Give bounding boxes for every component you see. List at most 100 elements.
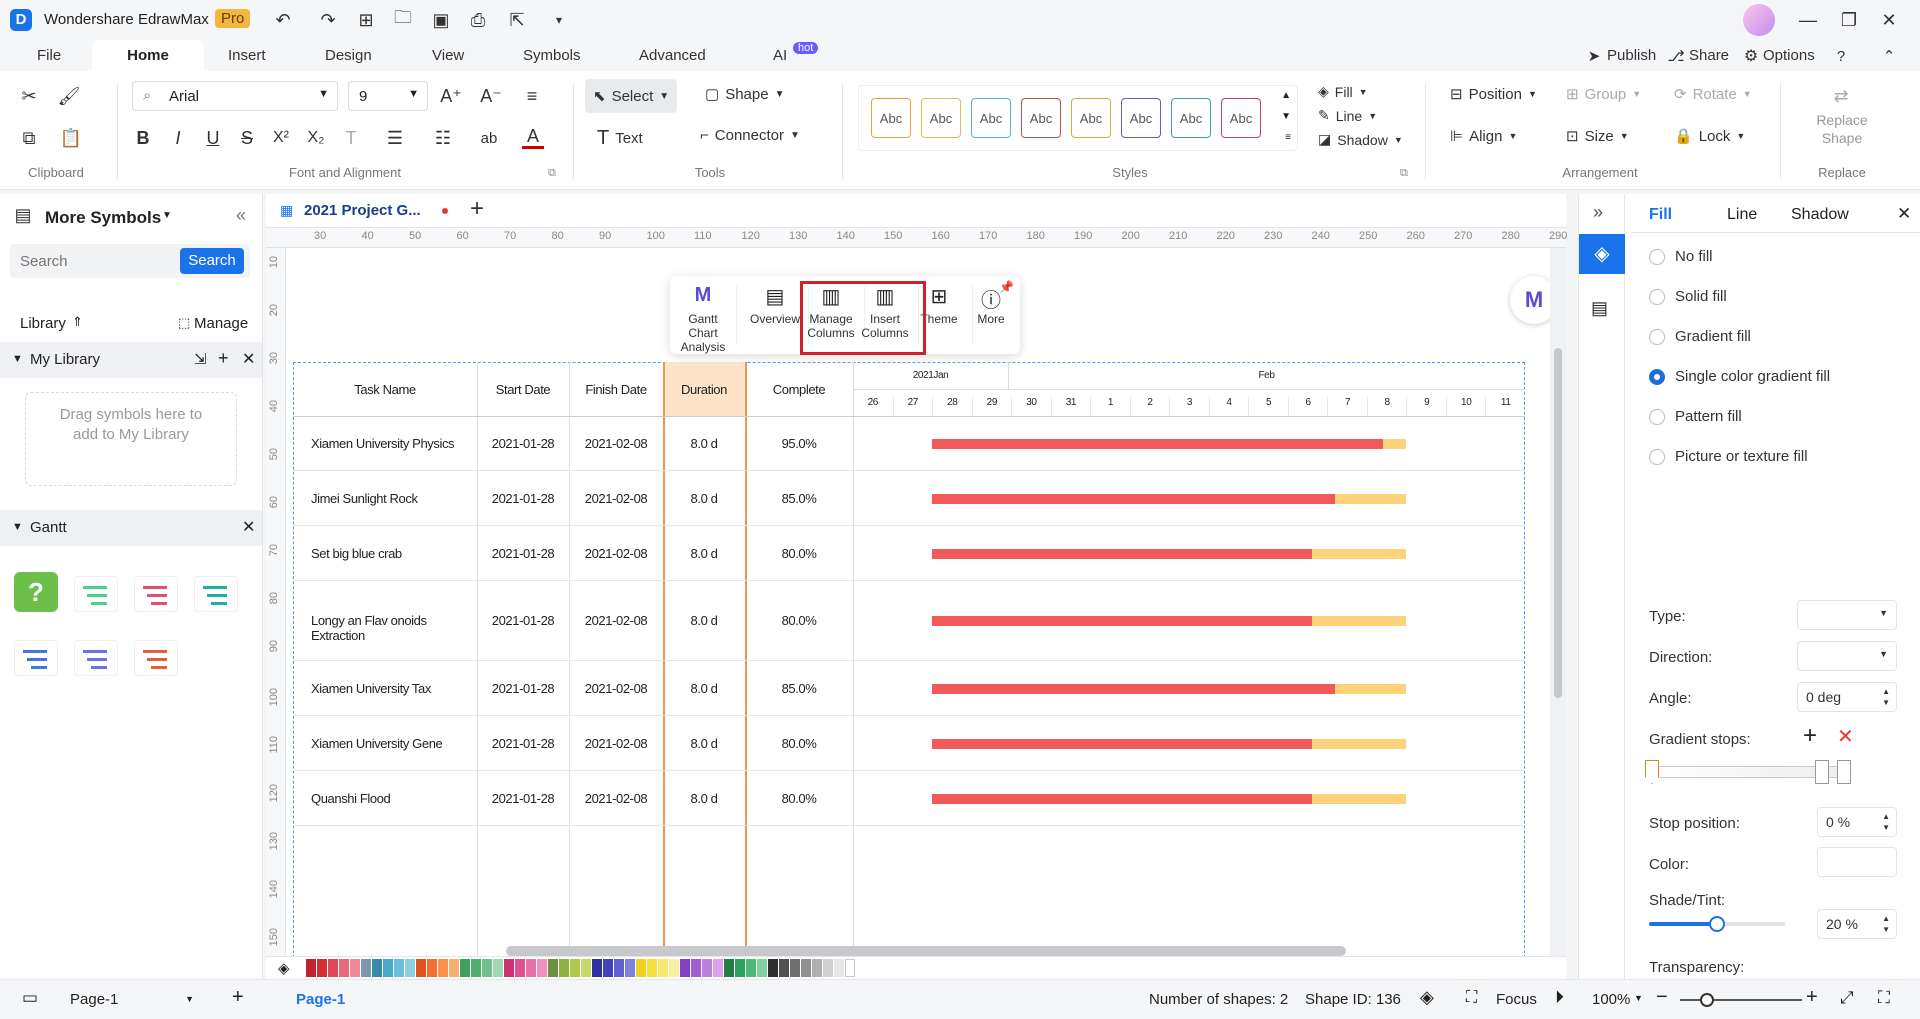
color-swatch[interactable] bbox=[669, 959, 679, 977]
color-swatch[interactable] bbox=[570, 959, 580, 977]
color-swatch[interactable] bbox=[482, 959, 492, 977]
color-swatch[interactable] bbox=[361, 959, 371, 977]
zoom-out-icon[interactable]: − bbox=[1656, 986, 1668, 1009]
highlight-icon[interactable]: ab bbox=[478, 127, 500, 149]
print-icon[interactable]: ⎙ bbox=[467, 9, 489, 31]
tab-line[interactable]: Line bbox=[1727, 206, 1757, 224]
minimize-icon[interactable]: — bbox=[1797, 9, 1819, 31]
color-swatch[interactable] bbox=[394, 959, 404, 977]
my-library-header[interactable]: ▼ My Library ⇲ + ✕ bbox=[0, 342, 262, 378]
shadow-button[interactable]: ◪ Shadow ▼ bbox=[1318, 131, 1403, 148]
gradient-bar[interactable] bbox=[1651, 766, 1841, 778]
gantt-symbol[interactable] bbox=[134, 640, 178, 676]
page-panel-icon[interactable]: ▭ bbox=[22, 988, 38, 1008]
table-row[interactable]: Jimei Sunlight Rock 2021-01-28 2021-02-08 8… bbox=[293, 471, 1525, 526]
underline-icon[interactable]: U bbox=[202, 127, 224, 149]
gradient-stop-handle[interactable] bbox=[1837, 760, 1851, 784]
task-progress-bar[interactable] bbox=[932, 616, 1312, 626]
position-button[interactable]: ⊟ Position ▼ bbox=[1450, 85, 1537, 104]
color-swatch[interactable] bbox=[592, 959, 602, 977]
stop-position-input[interactable]: 0 % ▲ ▼ bbox=[1817, 807, 1897, 837]
gantt-symbol[interactable] bbox=[74, 576, 118, 612]
color-swatch[interactable] bbox=[834, 959, 844, 977]
publish-button[interactable]: Publish bbox=[1607, 47, 1656, 64]
gantt-library-header[interactable]: ▼ Gantt ✕ bbox=[0, 510, 262, 546]
connector-tool-button[interactable]: ⌐ Connector ▼ bbox=[700, 127, 800, 144]
library-label[interactable]: Library bbox=[20, 315, 66, 332]
stepper-icon[interactable]: ▲ ▼ bbox=[1882, 686, 1890, 708]
bullets-icon[interactable]: ☷ bbox=[432, 127, 454, 149]
manage-button[interactable]: Manage bbox=[194, 315, 248, 332]
color-swatch[interactable] bbox=[438, 959, 448, 977]
font-family-select[interactable]: ⌕ Arial ▼ bbox=[132, 81, 338, 111]
radio-button[interactable] bbox=[1649, 329, 1665, 345]
color-swatch[interactable] bbox=[504, 959, 514, 977]
scroll-thumb[interactable] bbox=[1554, 348, 1562, 698]
dialog-launcher-icon[interactable]: ⧉ bbox=[548, 167, 556, 180]
fill-option[interactable]: Gradient fill bbox=[1649, 328, 1751, 348]
task-progress-bar[interactable] bbox=[932, 738, 1312, 749]
color-swatch[interactable] bbox=[724, 959, 734, 977]
color-swatch[interactable] bbox=[317, 959, 327, 977]
color-swatch[interactable] bbox=[515, 959, 525, 977]
direction-select[interactable]: ▼ bbox=[1797, 641, 1897, 671]
color-swatch[interactable] bbox=[449, 959, 459, 977]
fill-option[interactable]: Solid fill bbox=[1649, 288, 1727, 308]
table-row[interactable]: Xiamen University Tax 2021-01-28 2021-02-0… bbox=[293, 661, 1525, 716]
color-swatch[interactable] bbox=[559, 959, 569, 977]
gradient-stop-handle[interactable] bbox=[1645, 760, 1659, 784]
drawing-page[interactable]: Task Name Start Date Finish Date Duration Co… bbox=[286, 248, 1550, 968]
options-button[interactable]: Options bbox=[1763, 47, 1815, 64]
radio-button[interactable] bbox=[1649, 449, 1665, 465]
color-swatch[interactable] bbox=[746, 959, 756, 977]
lock-button[interactable]: 🔒 Lock ▼ bbox=[1674, 127, 1745, 146]
strikethrough-icon[interactable]: S bbox=[236, 127, 258, 149]
dialog-launcher-icon[interactable]: ⧉ bbox=[1400, 167, 1408, 180]
radio-button[interactable] bbox=[1649, 249, 1665, 265]
color-swatch[interactable] bbox=[372, 959, 382, 977]
color-swatch[interactable] bbox=[328, 959, 338, 977]
gantt-symbol[interactable] bbox=[194, 576, 238, 612]
fill-option[interactable]: No fill bbox=[1649, 248, 1713, 268]
fit-page-icon[interactable]: ⤢ bbox=[1840, 988, 1854, 1008]
color-swatch[interactable] bbox=[845, 959, 855, 977]
color-swatch[interactable] bbox=[801, 959, 811, 977]
type-select[interactable]: ▼ bbox=[1797, 600, 1897, 630]
horizontal-scroll-thumb[interactable] bbox=[506, 946, 1346, 956]
color-swatch[interactable] bbox=[702, 959, 712, 977]
format-painter-icon[interactable]: 🖌 bbox=[58, 85, 81, 107]
share-button[interactable]: Share bbox=[1689, 47, 1729, 64]
close-icon[interactable]: ✕ bbox=[242, 517, 255, 537]
document-tab[interactable]: 2021 Project G... bbox=[304, 202, 421, 219]
color-swatch[interactable] bbox=[416, 959, 426, 977]
font-size-select[interactable]: 9 ▼ bbox=[348, 81, 428, 111]
table-row[interactable]: Xiamen University Gene 2021-01-28 2021-02-… bbox=[293, 716, 1525, 771]
color-swatch[interactable] bbox=[460, 959, 470, 977]
gradient-stop-handle[interactable] bbox=[1815, 760, 1829, 784]
style-swatch[interactable]: Abc bbox=[1221, 98, 1261, 138]
cut-icon[interactable]: ✂ bbox=[18, 85, 40, 107]
line-spacing-icon[interactable]: ☰ bbox=[384, 127, 406, 149]
italic-icon[interactable]: I bbox=[167, 127, 189, 149]
task-progress-bar[interactable] bbox=[932, 548, 1312, 559]
color-swatch[interactable] bbox=[823, 959, 833, 977]
color-swatch[interactable] bbox=[306, 959, 316, 977]
menu-view[interactable]: View bbox=[432, 47, 464, 64]
stepper-icon[interactable]: ▲ ▼ bbox=[1882, 913, 1890, 935]
line-button[interactable]: ✎ Line ▼ bbox=[1318, 107, 1377, 124]
tab-fill[interactable]: Fill bbox=[1649, 206, 1672, 224]
panel-title[interactable]: More Symbols bbox=[45, 208, 161, 228]
redo-icon[interactable]: ↷ bbox=[317, 9, 339, 31]
color-swatch[interactable] bbox=[779, 959, 789, 977]
tab-shadow[interactable]: Shadow bbox=[1791, 206, 1849, 224]
grow-font-icon[interactable]: A⁺ bbox=[440, 85, 462, 107]
play-icon[interactable]: ⏵ bbox=[1555, 987, 1564, 1008]
help-icon[interactable]: ? bbox=[1830, 45, 1852, 67]
help-symbol-icon[interactable]: ? bbox=[14, 572, 58, 612]
color-swatch[interactable] bbox=[537, 959, 547, 977]
superscript-icon[interactable]: X² bbox=[270, 127, 292, 149]
floating-toolbar-item[interactable]: ▤ Overview bbox=[746, 284, 804, 350]
table-row[interactable]: Xiamen University Physics 2021-01-28 2021-… bbox=[293, 416, 1525, 471]
scroll-down-icon[interactable]: ▼ bbox=[1281, 111, 1291, 122]
new-icon[interactable]: ⊞ bbox=[355, 9, 377, 31]
